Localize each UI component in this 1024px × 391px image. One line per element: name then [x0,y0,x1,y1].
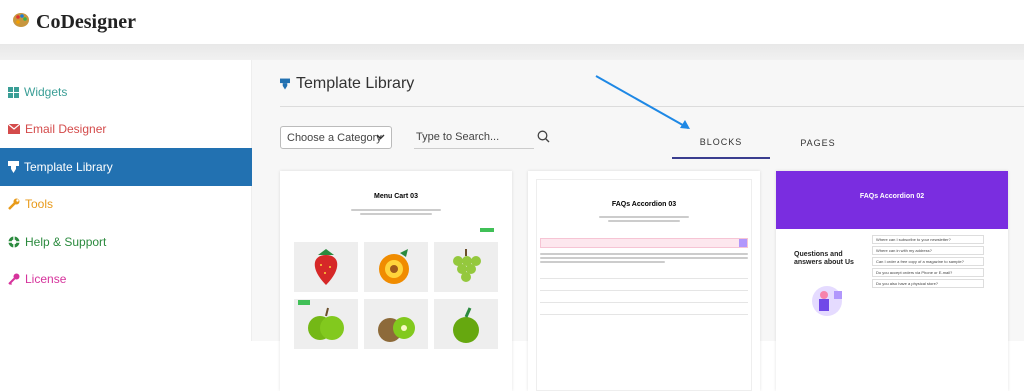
peach-image [364,242,428,292]
template-icon [8,161,19,173]
question-row: Where can in with my address? [872,246,984,255]
tab-blocks[interactable]: BLOCKS [672,126,770,159]
sidebar-item-label: Template Library [24,160,113,174]
question-row: Do you also have a physical store? [872,279,984,288]
card-description [351,209,441,217]
question-row: Can I order a free copy of a magazine to… [872,257,984,266]
lifebuoy-icon [8,236,20,248]
sidebar-item-license[interactable]: License [0,260,252,298]
top-bar: CoDesigner [0,0,1024,44]
faq-heading: Questions and answers about Us [794,251,854,266]
sidebar-item-tools[interactable]: Tools [0,185,252,223]
accordion-row [540,281,748,291]
wrench-icon [8,198,20,210]
envelope-icon [8,124,20,134]
cart-badge [480,228,494,232]
sidebar: Widgets Email Designer Template Library … [0,60,252,341]
category-select-value: Choose a Category [287,131,382,144]
sidebar-item-email-designer[interactable]: Email Designer [0,110,252,148]
card-heading: Menu Cart 03 [374,193,418,200]
sidebar-item-label: Help & Support [25,235,107,249]
faq-preview: Questions and answers about Us Where can… [784,229,1000,391]
header-separator [0,44,1024,60]
accordion-answer [540,253,748,265]
strawberry-image [294,242,358,292]
apple-image [294,299,358,349]
question-row: Where can I subscribe to your newsletter… [872,235,984,244]
sidebar-item-help-support[interactable]: Help & Support [0,223,252,261]
key-icon [8,273,20,285]
template-card-faqs-accordion-03[interactable]: FAQs Accordion 03 [528,171,760,391]
annotation-arrow [595,75,690,129]
category-select[interactable]: Choose a Category [280,126,392,149]
app-title: CoDesigner [36,10,136,33]
accordion-active-row [540,238,748,248]
sidebar-item-label: License [25,272,67,286]
page-title: Template Library [280,75,414,93]
card-banner [776,171,1008,229]
palette-icon [12,11,30,34]
tab-pages[interactable]: PAGES [770,126,866,159]
search-input[interactable] [414,126,534,149]
accordion-row [540,305,748,315]
card-heading: FAQs Accordion 03 [611,201,677,208]
sidebar-item-label: Tools [25,197,54,211]
grapes-image [434,242,498,292]
sidebar-item-label: Widgets [24,85,68,99]
question-row: Do you accept orders via Phone or E-mail… [872,268,984,277]
main-content: Template Library Choose a Category BLOCK… [252,60,1024,391]
template-card-faqs-accordion-02[interactable]: FAQs Accordion 02 Questions and answers … [776,171,1008,391]
illustration-image [812,286,842,316]
green-apple-image [434,299,498,349]
card-description [599,216,689,224]
accordion-row [540,269,748,279]
sidebar-item-label: Email Designer [25,122,107,136]
sidebar-item-widgets[interactable]: Widgets [0,73,252,111]
grid-icon [8,86,19,98]
card-heading: FAQs Accordion 02 [859,193,925,200]
page-title-text: Template Library [296,75,415,92]
search-icon[interactable] [537,130,550,143]
chevron-down-icon [376,134,385,140]
sidebar-item-template-library[interactable]: Template Library [0,148,252,186]
accordion-row [540,293,748,303]
template-icon [280,78,290,90]
template-card-menu-cart[interactable]: Menu Cart 03 [280,171,512,391]
kiwi-image [364,299,428,349]
